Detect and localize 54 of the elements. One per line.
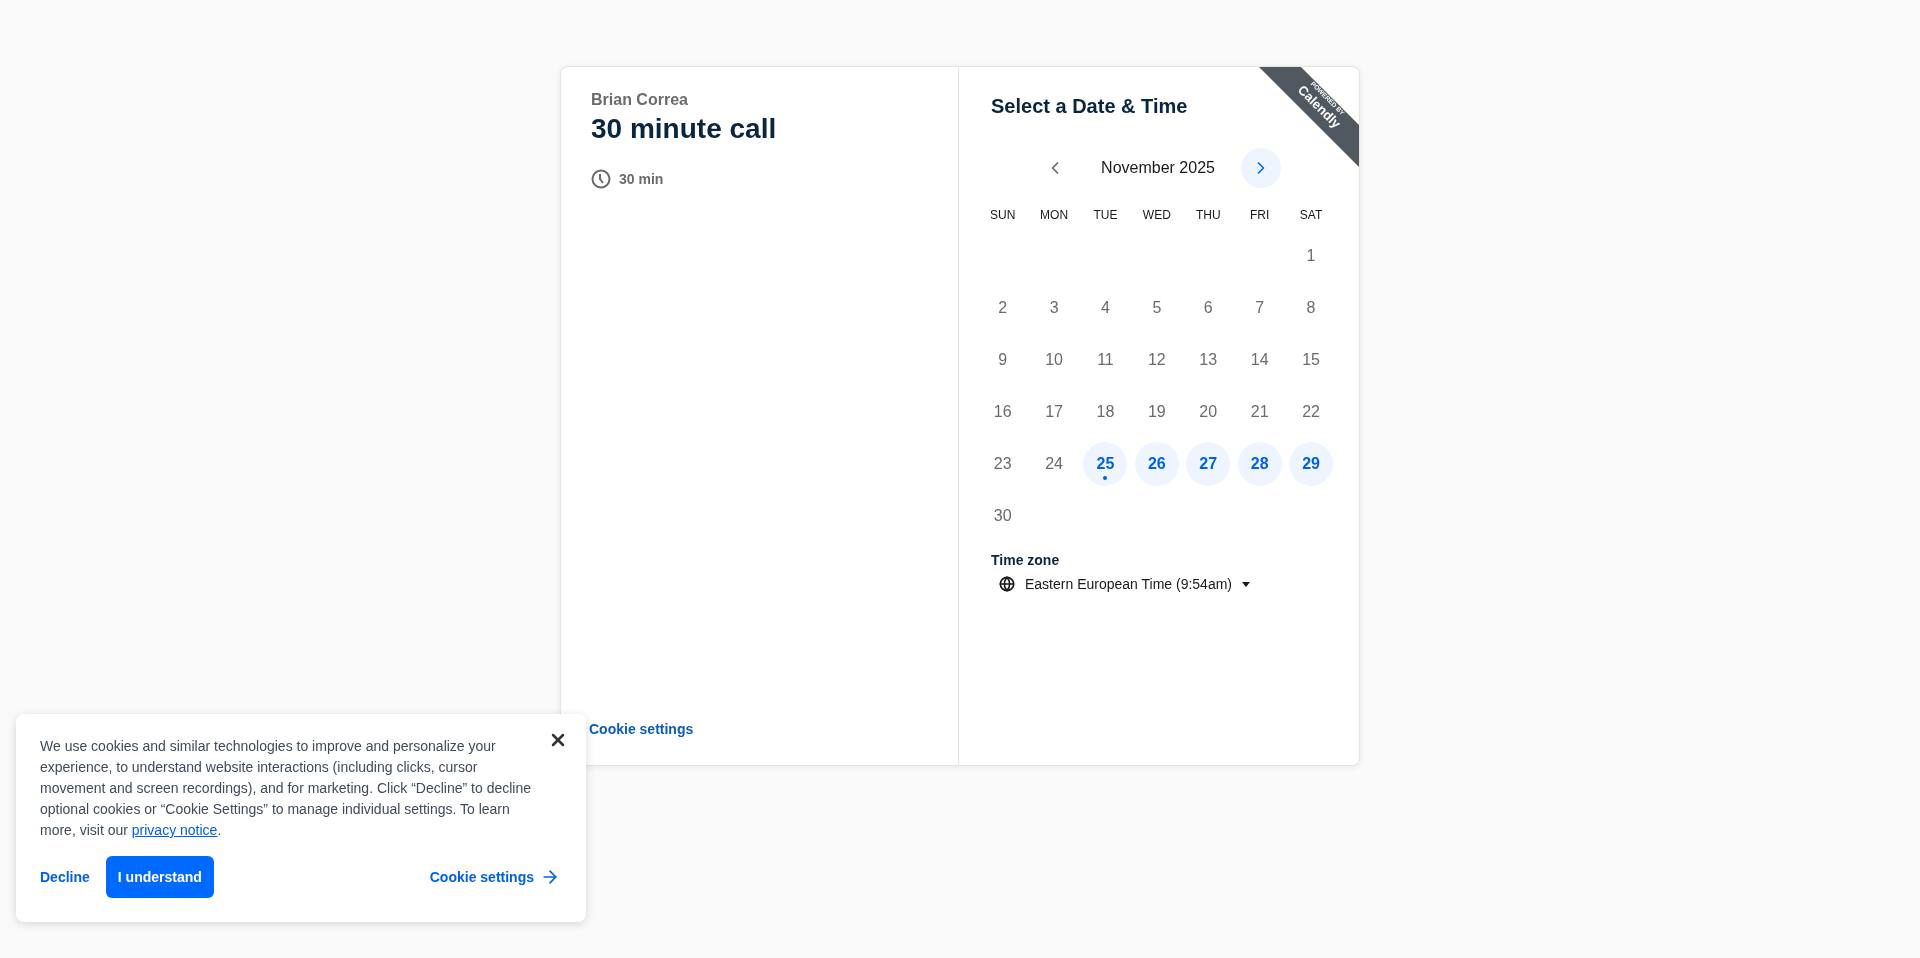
cookie-settings-link[interactable]: Cookie settings [589,721,928,741]
day-number: 24 [1044,454,1064,474]
globe-icon [999,576,1015,592]
host-name: Brian Correa [591,91,689,109]
weekday-label: MON [1039,207,1070,224]
day-number: 2 [997,298,1009,318]
day-number: 11 [1096,350,1115,370]
decline-button[interactable]: Decline [40,869,90,885]
weekday-label: FRI [1248,207,1271,224]
day-number: 18 [1095,402,1116,422]
next-month-button[interactable] [1241,148,1281,188]
day-number: 20 [1198,402,1219,422]
day-number: 13 [1198,350,1219,370]
weekday-label: WED [1141,207,1172,224]
calendar-day[interactable]: 27 [1186,442,1231,486]
day-number: 14 [1249,350,1270,370]
privacy-notice-link[interactable]: privacy notice [131,822,218,838]
weekday-label: SUN [989,207,1017,224]
day-number: 12 [1146,350,1167,370]
day-number: 19 [1146,402,1167,422]
accept-button[interactable]: I understand [105,856,214,898]
calendar-day[interactable]: 25 [1083,442,1128,486]
day-number: 4 [1100,298,1111,318]
day-number: 7 [1254,298,1266,318]
day-number: 15 [1301,350,1321,370]
day-number: 16 [992,402,1013,422]
timezone-label: Time zone [991,552,1061,568]
duration-text: 30 min [619,171,664,187]
month-label: November 2025 [1100,159,1216,177]
day-number: 30 [992,506,1013,526]
calendar-title: Select a Date & Time [991,95,1188,118]
day-number: 5 [1151,298,1163,318]
day-number: 1 [1305,246,1317,266]
day-number: 6 [1202,298,1214,318]
day-number: 21 [1249,402,1270,422]
weekday-label: THU [1194,207,1222,224]
clock-icon [591,169,611,189]
day-number: 23 [992,454,1013,474]
day-number: 8 [1305,298,1317,318]
weekday-label: SAT [1298,207,1324,224]
day-number: 17 [1044,402,1064,422]
caret-icon [1242,581,1250,587]
calendar-day[interactable]: 29 [1289,442,1334,486]
day-number: 9 [997,350,1009,370]
cookie-notice-text: We use cookies and similar technologies to improve and personalize your experience, to understand website interactions (including clicks, cursor movement and screen recordings), and for marketing. Click “Decline” to decline optional cookies or “Cookie Settings” to manage individual settings. To learn more, visit our privacy notice. [40,737,532,840]
day-number: 10 [1044,350,1064,370]
event-title: 30 minute call [591,113,778,145]
weekday-label: TUE [1092,207,1119,224]
calendar-day[interactable]: 28 [1237,442,1282,486]
day-number: 22 [1301,402,1321,422]
calendar-day[interactable]: 26 [1134,442,1179,486]
timezone-dropdown[interactable]: Eastern European Time (9:54am) [991,568,1258,600]
cookie-settings-button[interactable]: Cookie settings [429,867,560,887]
day-number: 3 [1048,298,1060,318]
